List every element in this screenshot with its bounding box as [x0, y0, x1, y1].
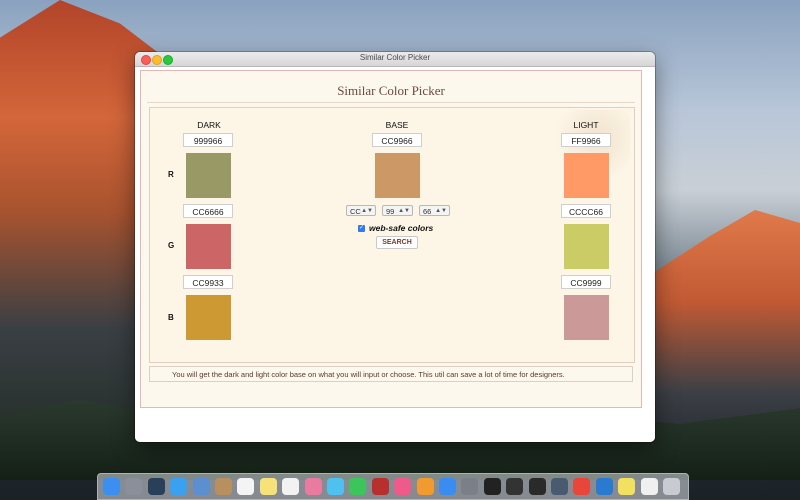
preview-icon[interactable] [192, 478, 210, 495]
base-swatch [375, 153, 420, 198]
base-g-select[interactable]: 99 ▲▼ [382, 205, 413, 216]
page-title: Similar Color Picker [337, 83, 445, 98]
mission-control-icon[interactable] [147, 478, 165, 495]
dark-g-swatch [186, 224, 231, 269]
chrome-icon[interactable] [573, 478, 591, 495]
light-b-swatch [564, 295, 609, 340]
stepper-arrows-icon: ▲▼ [398, 208, 410, 214]
notes-folder-icon[interactable] [215, 478, 232, 495]
messages-icon[interactable] [327, 478, 344, 495]
network-utility-icon[interactable] [551, 478, 568, 495]
base-r-select[interactable]: CC ▲▼ [346, 205, 376, 216]
trash-icon[interactable] [663, 478, 680, 495]
row-label-r: R [168, 170, 174, 179]
calendar-icon[interactable] [237, 478, 255, 495]
dark-g-hex-field[interactable]: CC6666 [183, 204, 233, 218]
stepper-arrows-icon: ▲▼ [361, 208, 373, 214]
light-r-hex-field[interactable]: FF9966 [561, 133, 611, 147]
console-icon[interactable] [528, 478, 546, 495]
app-window: Similar Color Picker Similar Color Picke… [135, 52, 655, 442]
dark-r-swatch [186, 153, 231, 198]
websafe-checkbox[interactable]: ✓ [358, 225, 365, 232]
light-r-swatch [564, 153, 609, 198]
dock [97, 473, 689, 500]
notes-icon[interactable] [259, 478, 277, 495]
websafe-label: web-safe colors [369, 223, 434, 233]
photo-booth-icon[interactable] [371, 478, 389, 495]
dark-column-title: DARK [197, 120, 221, 130]
window-content: Similar Color Picker DARK BASE LIGHT R G… [135, 67, 655, 442]
light-g-hex-field[interactable]: CCCC66 [561, 204, 611, 218]
base-r-select-value: CC [350, 207, 361, 216]
finder-icon[interactable] [103, 478, 120, 495]
base-b-select-value: 66 [423, 207, 432, 216]
picker-card: Similar Color Picker DARK BASE LIGHT R G… [140, 70, 642, 408]
dark-b-hex-field[interactable]: CC9933 [183, 275, 233, 289]
window-title: Similar Color Picker [359, 53, 431, 62]
color-picker-icon[interactable] [618, 478, 636, 495]
launchpad-icon[interactable] [125, 478, 143, 495]
base-b-select[interactable]: 66 ▲▼ [419, 205, 450, 216]
base-column-title: BASE [385, 120, 409, 130]
dark-b-swatch [186, 295, 231, 340]
search-button[interactable]: SEARCH [376, 236, 418, 249]
base-hex-field[interactable]: CC9966 [372, 133, 422, 147]
stepper-arrows-icon: ▲▼ [435, 208, 447, 214]
document-icon[interactable] [640, 478, 658, 495]
photos-icon[interactable] [304, 478, 322, 495]
activity-monitor-icon[interactable] [506, 478, 524, 495]
app-store-icon[interactable] [439, 478, 456, 495]
system-preferences-icon[interactable] [461, 478, 479, 495]
window-titlebar[interactable]: Similar Color Picker [135, 52, 655, 67]
info-bar: You will get the dark and light color ba… [149, 366, 633, 382]
light-b-hex-field[interactable]: CC9999 [561, 275, 611, 289]
itunes-icon[interactable] [394, 478, 412, 495]
vscode-icon[interactable] [595, 478, 613, 495]
terminal-icon[interactable] [483, 478, 501, 495]
row-label-g: G [168, 241, 175, 250]
reminders-icon[interactable] [282, 478, 300, 495]
light-g-swatch [564, 224, 609, 269]
row-label-b: B [168, 313, 174, 322]
ibooks-icon[interactable] [416, 478, 434, 495]
info-text: You will get the dark and light color ba… [172, 370, 565, 379]
facetime-icon[interactable] [349, 478, 367, 495]
base-g-select-value: 99 [386, 207, 395, 216]
title-divider [147, 102, 635, 103]
safari-icon[interactable] [170, 478, 188, 495]
light-column-title: LIGHT [573, 120, 599, 130]
dark-r-hex-field[interactable]: 999966 [183, 133, 233, 147]
picker-panel: DARK BASE LIGHT R G B 999966 CC6666 CC99… [149, 107, 635, 363]
